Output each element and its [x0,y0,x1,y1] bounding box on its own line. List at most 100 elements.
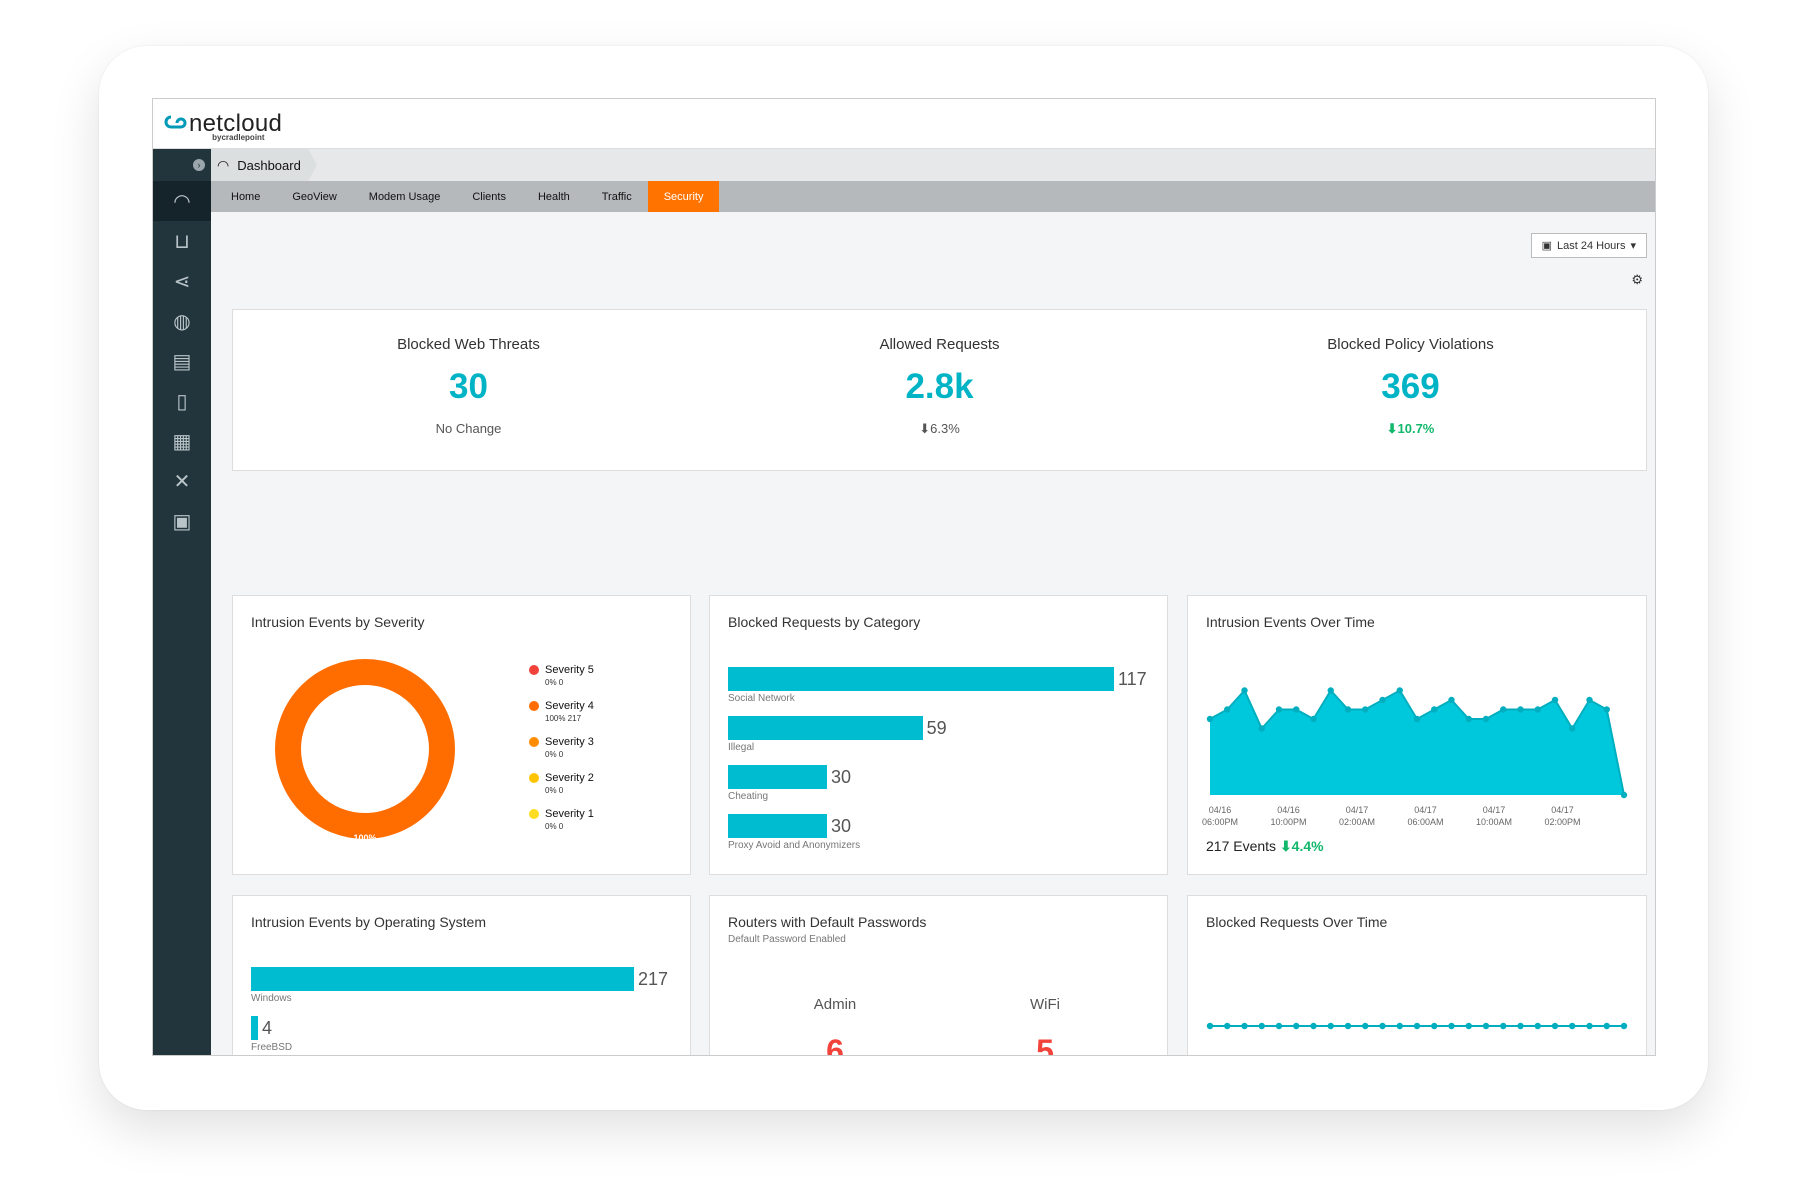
tab-health[interactable]: Health [522,181,586,212]
data-point[interactable] [1431,1022,1438,1030]
bar[interactable] [728,765,827,789]
data-point[interactable] [1448,1022,1455,1030]
data-point[interactable] [1569,725,1576,732]
bar[interactable] [728,716,923,740]
dashboard-content: ▣ Last 24 Hours ▾ ⚙ Blocked Web Threats 30 N… [211,212,1655,1055]
data-point[interactable] [1620,1022,1628,1030]
data-point[interactable] [1603,706,1610,713]
bar[interactable] [728,814,827,838]
data-point[interactable] [1517,706,1524,713]
blocked-time-card: Blocked Requests Over Time 04/1606:00PM0… [1187,895,1647,1055]
sidebar-toggle[interactable]: › [153,149,211,181]
data-point[interactable] [1500,706,1507,713]
data-point[interactable] [1206,1022,1214,1030]
data-point[interactable] [1586,696,1593,704]
tab-modem-usage[interactable]: Modem Usage [353,181,457,212]
data-point[interactable] [1344,706,1352,713]
data-point[interactable] [1413,1022,1421,1030]
data-point[interactable] [1241,687,1248,694]
sidebar-item-scheduler[interactable]: ▦ [153,421,211,461]
sidebar-item-reports[interactable]: ▤ [153,341,211,381]
data-point[interactable] [1327,687,1334,694]
data-point[interactable] [1551,1022,1559,1030]
data-point[interactable] [1586,1022,1593,1030]
data-point[interactable] [1396,687,1403,694]
sidebar-item-globe[interactable]: ◍ [153,301,211,341]
data-point[interactable] [1379,1022,1386,1030]
tab-geoview[interactable]: GeoView [276,181,352,212]
sidebar-item-networks[interactable]: ⋖ [153,261,211,301]
document-icon: ▯ [176,390,188,413]
data-point[interactable] [1362,1022,1369,1030]
kpi-blocked-web-threats: Blocked Web Threats 30 No Change [233,310,704,470]
data-point[interactable] [1620,791,1628,799]
data-point[interactable] [1258,1022,1265,1030]
data-point[interactable] [1500,1022,1507,1030]
tick-date: 04/17 [1345,805,1369,815]
tab-security[interactable]: Security [647,181,720,212]
bar-label: Social Network [728,693,795,704]
data-point[interactable] [1551,696,1559,704]
legend-label: Severity 3 [529,736,594,748]
data-point[interactable] [1465,1022,1472,1030]
sidebar-item-apps[interactable]: ▣ [153,501,211,541]
data-point[interactable] [1431,706,1438,713]
data-point[interactable] [1293,1022,1300,1030]
tab-clients[interactable]: Clients [456,181,522,212]
legend-item[interactable]: Severity 4 100% 217 [529,700,594,723]
sidebar-item-tools[interactable]: ✕ [153,461,211,501]
data-point[interactable] [1310,1022,1317,1030]
data-point[interactable] [1517,1022,1524,1030]
time-range-dropdown[interactable]: ▣ Last 24 Hours ▾ [1530,233,1647,258]
data-point[interactable] [1293,706,1300,713]
legend-item[interactable]: Severity 5 0% 0 [529,664,594,687]
data-point[interactable] [1362,706,1369,713]
data-point[interactable] [1327,1022,1334,1030]
kpi-value: 30 [449,367,488,406]
kpi-card: Blocked Web Threats 30 No Change Allowed R… [232,309,1647,471]
bar[interactable] [728,667,1114,691]
data-point[interactable] [1379,696,1386,704]
data-point[interactable] [1258,725,1265,732]
os-card: Intrusion Events by Operating System 217… [232,895,691,1055]
gear-icon[interactable]: ⚙ [1631,272,1643,288]
data-point[interactable] [1534,1022,1541,1030]
legend-item[interactable]: Severity 2 0% 0 [529,772,594,795]
tab-home[interactable]: Home [215,181,276,212]
data-point[interactable] [1482,715,1490,723]
legend-dot-icon [529,773,539,783]
legend-dot-icon [529,737,539,747]
bar[interactable] [251,967,634,991]
data-point[interactable] [1275,706,1283,713]
blocked-line-chart [1206,1022,1628,1030]
bar[interactable] [251,1016,259,1040]
dashboard-gauge-icon: ◠ [217,156,230,173]
data-point[interactable] [1534,706,1541,713]
legend-item[interactable]: Severity 1 0% 0 [529,808,594,831]
data-point[interactable] [1448,696,1455,704]
data-point[interactable] [1206,715,1214,723]
sidebar-item-documents[interactable]: ▯ [153,381,211,421]
data-point[interactable] [1465,715,1472,723]
chevron-right-icon: › [193,159,205,171]
data-point[interactable] [1482,1022,1490,1030]
data-point[interactable] [1224,1022,1231,1030]
data-point[interactable] [1413,715,1421,723]
data-point[interactable] [1569,1022,1576,1030]
legend-item[interactable]: Severity 3 0% 0 [529,736,594,759]
sidebar-item-dashboard[interactable]: ◠ [153,181,211,221]
data-point[interactable] [1396,1022,1403,1030]
data-point[interactable] [1310,715,1317,723]
globe-icon: ◍ [173,310,191,333]
events-change: ⬇4.4% [1279,838,1324,854]
data-point[interactable] [1241,1022,1248,1030]
data-point[interactable] [1344,1022,1352,1030]
tab-traffic[interactable]: Traffic [586,181,648,212]
breadcrumb-dashboard[interactable]: ◠ Dashboard [211,149,317,181]
data-point[interactable] [1224,706,1231,713]
data-point[interactable] [1603,1022,1610,1030]
wifi-count: 5 [1036,1033,1054,1056]
router-icon: ⊔ [174,230,190,253]
data-point[interactable] [1275,1022,1283,1030]
sidebar-item-devices[interactable]: ⊔ [153,221,211,261]
